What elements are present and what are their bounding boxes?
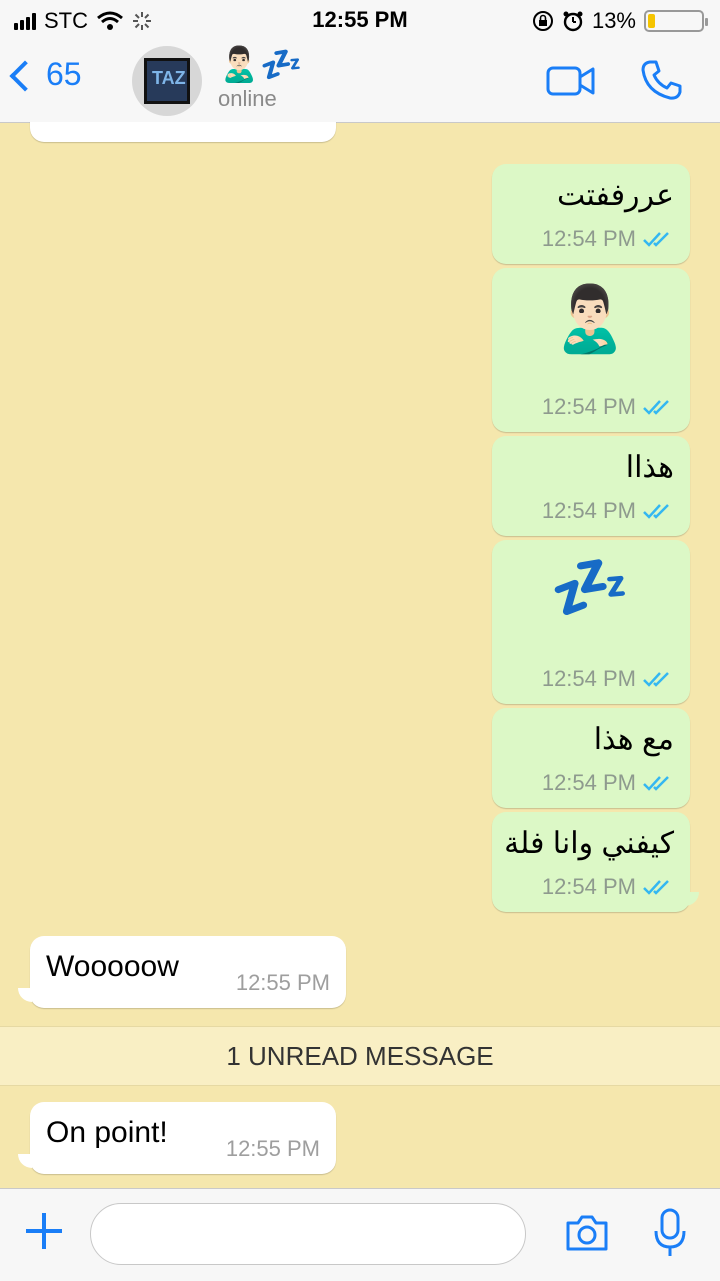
message-time: 12:54 PM [541,394,636,419]
message-time: 12:54 PM [541,498,636,523]
chevron-left-icon [9,59,41,92]
contact-status: online [218,86,277,111]
chat-header: 65 TAZ 🙎🏻‍♂️💤 online [0,40,720,123]
status-right: 13% [532,8,708,34]
message-bubble-outgoing[interactable]: 💤 12:54 PM [492,540,690,704]
message-meta: 12:54 PM [542,874,674,900]
alarm-icon [563,11,583,32]
avatar-image: TAZ [144,58,190,104]
message-time: 12:55 PM [235,970,330,995]
bubble-tail [18,1154,32,1168]
message-text: عررففتت [557,179,674,212]
battery-icon [644,10,708,32]
double-check-icon [643,400,669,415]
avatar-text: TAZ [152,68,186,88]
attach-plus-icon[interactable] [26,1213,62,1249]
message-text: هذاا [625,451,674,484]
message-bubble-outgoing[interactable]: عررففتت 12:54 PM [492,164,690,264]
message-emoji: 💤 [550,551,630,623]
message-emoji: 🙎🏻‍♂️ [550,283,630,355]
orientation-lock-icon [532,11,553,31]
message-text: كيفني وانا فلة [504,827,674,860]
status-bar: STC 12:55 PM 13% [0,0,720,40]
message-time: 12:54 PM [541,874,636,899]
message-list[interactable]: عررففتت 12:54 PM 🙎🏻‍♂️ 12:54 PM هذاا 12:… [0,122,720,1188]
camera-icon[interactable] [564,1213,610,1253]
message-meta: 12:54 PM [542,394,674,420]
message-bubble-incoming[interactable]: Wooooow 12:55 PM [18,936,346,1008]
message-bubble-partial[interactable] [30,122,336,142]
message-time: 12:54 PM [541,770,636,795]
message-input[interactable] [90,1203,526,1265]
message-meta: 12:54 PM [542,226,674,252]
message-text: مع هذا [593,723,674,756]
message-meta: 12:55 PM [236,970,330,996]
phone-call-icon[interactable] [640,58,684,102]
microphone-icon[interactable] [652,1207,688,1259]
double-check-icon [643,232,669,247]
message-bubble-outgoing[interactable]: مع هذا 12:54 PM [492,708,690,808]
back-count: 65 [46,56,82,92]
message-bubble-outgoing[interactable]: كيفني وانا فلة 12:54 PM [492,812,699,912]
unread-banner: 1 UNREAD MESSAGE [0,1026,720,1086]
bubble-tail [18,988,32,1002]
message-meta: 12:55 PM [226,1136,320,1162]
double-check-icon [643,504,669,519]
message-time: 12:54 PM [541,666,636,691]
battery-fill [648,14,656,28]
message-bubble-outgoing[interactable]: هذاا 12:54 PM [492,436,690,536]
message-meta: 12:54 PM [542,770,674,796]
contact-name: 🙎🏻‍♂️💤 [218,46,303,84]
double-check-icon [643,880,669,895]
bubble-tail [685,892,699,906]
back-button[interactable]: 65 [9,56,82,93]
message-meta: 12:54 PM [542,498,674,524]
composer-bar [0,1188,720,1281]
message-bubble-outgoing[interactable]: 🙎🏻‍♂️ 12:54 PM [492,268,690,432]
video-call-icon[interactable] [546,64,596,98]
message-text: On point! [46,1116,168,1149]
message-time: 12:54 PM [541,226,636,251]
message-time: 12:55 PM [225,1136,320,1161]
message-text: Wooooow [46,950,179,983]
double-check-icon [643,672,669,687]
contact-info[interactable]: 🙎🏻‍♂️💤 online [218,46,303,112]
double-check-icon [643,776,669,791]
battery-percent: 13% [591,8,636,33]
avatar[interactable]: TAZ [132,46,202,116]
message-bubble-incoming[interactable]: On point! 12:55 PM [18,1102,336,1174]
message-meta: 12:54 PM [542,666,674,692]
